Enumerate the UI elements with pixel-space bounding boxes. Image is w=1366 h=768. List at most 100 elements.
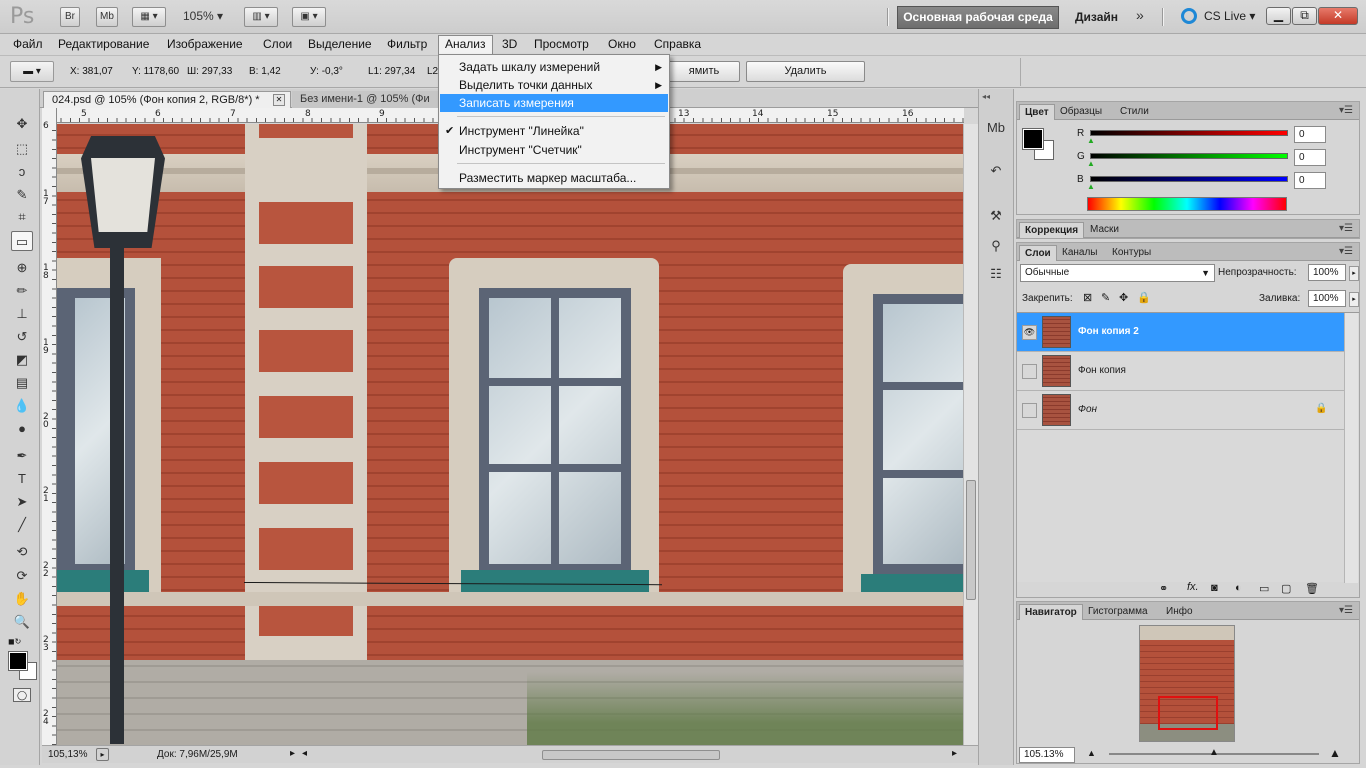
layers-scrollbar[interactable] bbox=[1344, 313, 1358, 583]
eraser-tool-icon[interactable]: ◩ bbox=[11, 350, 33, 370]
tab-swatches[interactable]: Образцы bbox=[1055, 104, 1107, 120]
history-brush-tool-icon[interactable]: ↺ bbox=[11, 327, 33, 347]
clear-button[interactable]: Удалить bbox=[746, 61, 865, 82]
tab-histogram[interactable]: Гистограмма bbox=[1083, 604, 1153, 620]
zoom-tool-icon[interactable]: 🔍 bbox=[11, 612, 33, 632]
clone-source-panel-icon[interactable]: ⚲ bbox=[985, 235, 1007, 257]
blur-tool-icon[interactable]: 💧 bbox=[11, 396, 33, 416]
view-extras-button[interactable]: ▦ ▾ bbox=[132, 7, 166, 27]
scroll-left-icon[interactable]: ◂ bbox=[302, 748, 307, 759]
lasso-tool-icon[interactable]: ↄ bbox=[11, 162, 33, 182]
channel-g-slider[interactable] bbox=[1090, 153, 1288, 159]
status-menu-arrow-icon[interactable]: ▸ bbox=[290, 748, 295, 759]
status-info-icon[interactable]: ▸ bbox=[96, 748, 109, 761]
tab-info[interactable]: Инфо bbox=[1161, 604, 1198, 620]
crop-tool-icon[interactable]: ⌗ bbox=[11, 207, 33, 227]
menu-select[interactable]: Выделение bbox=[308, 37, 372, 51]
menu-file[interactable]: Файл bbox=[13, 37, 43, 51]
menu-help[interactable]: Справка bbox=[654, 37, 701, 51]
dodge-tool-icon[interactable]: ● bbox=[11, 419, 33, 439]
scrollbar-thumb[interactable] bbox=[966, 480, 976, 600]
status-zoom[interactable]: 105,13% bbox=[48, 749, 87, 760]
mini-bridge-panel-icon[interactable]: Mb bbox=[985, 117, 1007, 139]
channel-r-input[interactable]: 0 bbox=[1294, 126, 1326, 143]
3d-orbit-tool-icon[interactable]: ⟳ bbox=[11, 566, 33, 586]
tab-adjustments[interactable]: Коррекция bbox=[1019, 222, 1085, 238]
quick-mask-icon[interactable]: ◯ bbox=[13, 688, 31, 702]
panel-menu-icon[interactable]: ▾☰ bbox=[1339, 223, 1353, 234]
channel-b-input[interactable]: 0 bbox=[1294, 172, 1326, 189]
lock-pixels-icon[interactable]: ✎ bbox=[1101, 291, 1110, 304]
menu-image[interactable]: Изображение bbox=[167, 37, 243, 51]
marquee-tool-icon[interactable]: ⬚ bbox=[11, 139, 33, 159]
collapse-panels-icon[interactable]: ◂◂ bbox=[982, 92, 990, 101]
menu-view[interactable]: Просмотр bbox=[534, 37, 589, 51]
move-tool-icon[interactable]: ✥ bbox=[11, 114, 33, 134]
tab-color[interactable]: Цвет bbox=[1019, 104, 1055, 120]
more-workspaces-icon[interactable]: » bbox=[1136, 7, 1144, 23]
tool-presets-panel-icon[interactable]: ☷ bbox=[985, 263, 1007, 285]
default-colors-icon[interactable]: ◼↻ bbox=[8, 637, 21, 646]
vertical-scrollbar[interactable] bbox=[963, 124, 978, 745]
zoom-slider-handle-icon[interactable]: ▲ bbox=[1209, 747, 1219, 758]
fill-slider-arrow-icon[interactable]: ▸ bbox=[1349, 292, 1359, 307]
opacity-slider-arrow-icon[interactable]: ▸ bbox=[1349, 266, 1359, 281]
pen-tool-icon[interactable]: ✒ bbox=[11, 446, 33, 466]
hand-tool-icon[interactable]: ✋ bbox=[11, 589, 33, 609]
slider-handle-icon[interactable]: ▲ bbox=[1087, 159, 1095, 168]
delete-layer-icon[interactable]: 🗑 bbox=[1305, 582, 1319, 595]
menu-edit[interactable]: Редактирование bbox=[58, 37, 149, 51]
tab-document-024[interactable]: 024.psd @ 105% (Фон копия 2, RGB/8*) * bbox=[43, 91, 291, 108]
layer-row[interactable]: Фон копия bbox=[1017, 352, 1344, 391]
arrange-documents-button[interactable]: ▥ ▾ bbox=[244, 7, 278, 27]
channel-g-input[interactable]: 0 bbox=[1294, 149, 1326, 166]
zoom-in-icon[interactable]: ▲ bbox=[1329, 746, 1341, 760]
workspace-essentials-button[interactable]: Основная рабочая среда bbox=[897, 6, 1059, 29]
fx-icon[interactable]: fx. bbox=[1187, 581, 1199, 593]
tab-navigator[interactable]: Навигатор bbox=[1019, 604, 1083, 620]
3d-rotate-tool-icon[interactable]: ⟲ bbox=[11, 542, 33, 562]
path-selection-tool-icon[interactable]: ➤ bbox=[11, 492, 33, 512]
menu-layer[interactable]: Слои bbox=[263, 37, 292, 51]
panel-menu-icon[interactable]: ▾☰ bbox=[1339, 605, 1353, 616]
zoom-out-icon[interactable]: ▲ bbox=[1087, 748, 1096, 758]
screen-mode-button[interactable]: ▣ ▾ bbox=[292, 7, 326, 27]
clone-stamp-tool-icon[interactable]: ⊥ bbox=[11, 304, 33, 324]
slider-handle-icon[interactable]: ▲ bbox=[1087, 136, 1095, 145]
healing-brush-tool-icon[interactable]: ⊕ bbox=[11, 258, 33, 278]
eye-icon[interactable]: 👁 bbox=[1022, 325, 1037, 340]
menu-item-count-tool[interactable]: Инструмент "Счетчик" bbox=[440, 141, 668, 159]
menu-analysis[interactable]: Анализ bbox=[445, 37, 486, 51]
foreground-color-swatch[interactable] bbox=[8, 651, 28, 671]
add-mask-icon[interactable]: ◙ bbox=[1211, 582, 1218, 594]
tab-close-icon[interactable]: ✕ bbox=[273, 94, 285, 106]
link-layers-icon[interactable]: ⚭ bbox=[1159, 582, 1168, 595]
quick-select-tool-icon[interactable]: ✎ bbox=[11, 185, 33, 205]
menu-3d[interactable]: 3D bbox=[502, 37, 517, 51]
horizontal-scrollbar-thumb[interactable] bbox=[542, 750, 720, 760]
adjustment-layer-icon[interactable]: ◐ bbox=[1235, 582, 1242, 594]
navigator-zoom-input[interactable]: 105.13% bbox=[1019, 747, 1075, 763]
color-spectrum-ramp[interactable] bbox=[1087, 197, 1287, 211]
new-layer-icon[interactable]: ▢ bbox=[1281, 582, 1291, 595]
straighten-button[interactable]: ямить bbox=[668, 61, 740, 82]
bridge-button[interactable]: Br bbox=[60, 7, 80, 27]
lock-transparency-icon[interactable]: ⊠ bbox=[1083, 291, 1092, 304]
blend-mode-select[interactable]: Обычные ▼ bbox=[1020, 264, 1215, 282]
tab-styles[interactable]: Стили bbox=[1115, 104, 1154, 120]
workspace-design-button[interactable]: Дизайн bbox=[1075, 10, 1118, 24]
fill-input[interactable]: 100% bbox=[1308, 290, 1346, 307]
menu-item-set-measurement-scale[interactable]: Задать шкалу измерений ▶ bbox=[440, 58, 668, 76]
tool-preset-picker[interactable]: ▬ ▾ bbox=[10, 61, 54, 82]
brush-tool-icon[interactable]: ✏ bbox=[11, 281, 33, 301]
ruler-tool-icon[interactable]: ▭ bbox=[11, 231, 33, 251]
brush-presets-panel-icon[interactable]: ⚒ bbox=[985, 205, 1007, 227]
layer-row[interactable]: Фон 🔒 bbox=[1017, 391, 1344, 430]
tab-channels[interactable]: Каналы bbox=[1057, 245, 1103, 261]
lock-all-icon[interactable]: 🔒 bbox=[1137, 291, 1151, 304]
visibility-toggle[interactable] bbox=[1022, 364, 1037, 379]
panel-menu-icon[interactable]: ▾☰ bbox=[1339, 246, 1353, 257]
layer-row[interactable]: 👁 Фон копия 2 bbox=[1017, 313, 1344, 352]
lock-position-icon[interactable]: ✥ bbox=[1119, 291, 1128, 304]
close-window-button[interactable]: ✕ bbox=[1318, 7, 1358, 25]
